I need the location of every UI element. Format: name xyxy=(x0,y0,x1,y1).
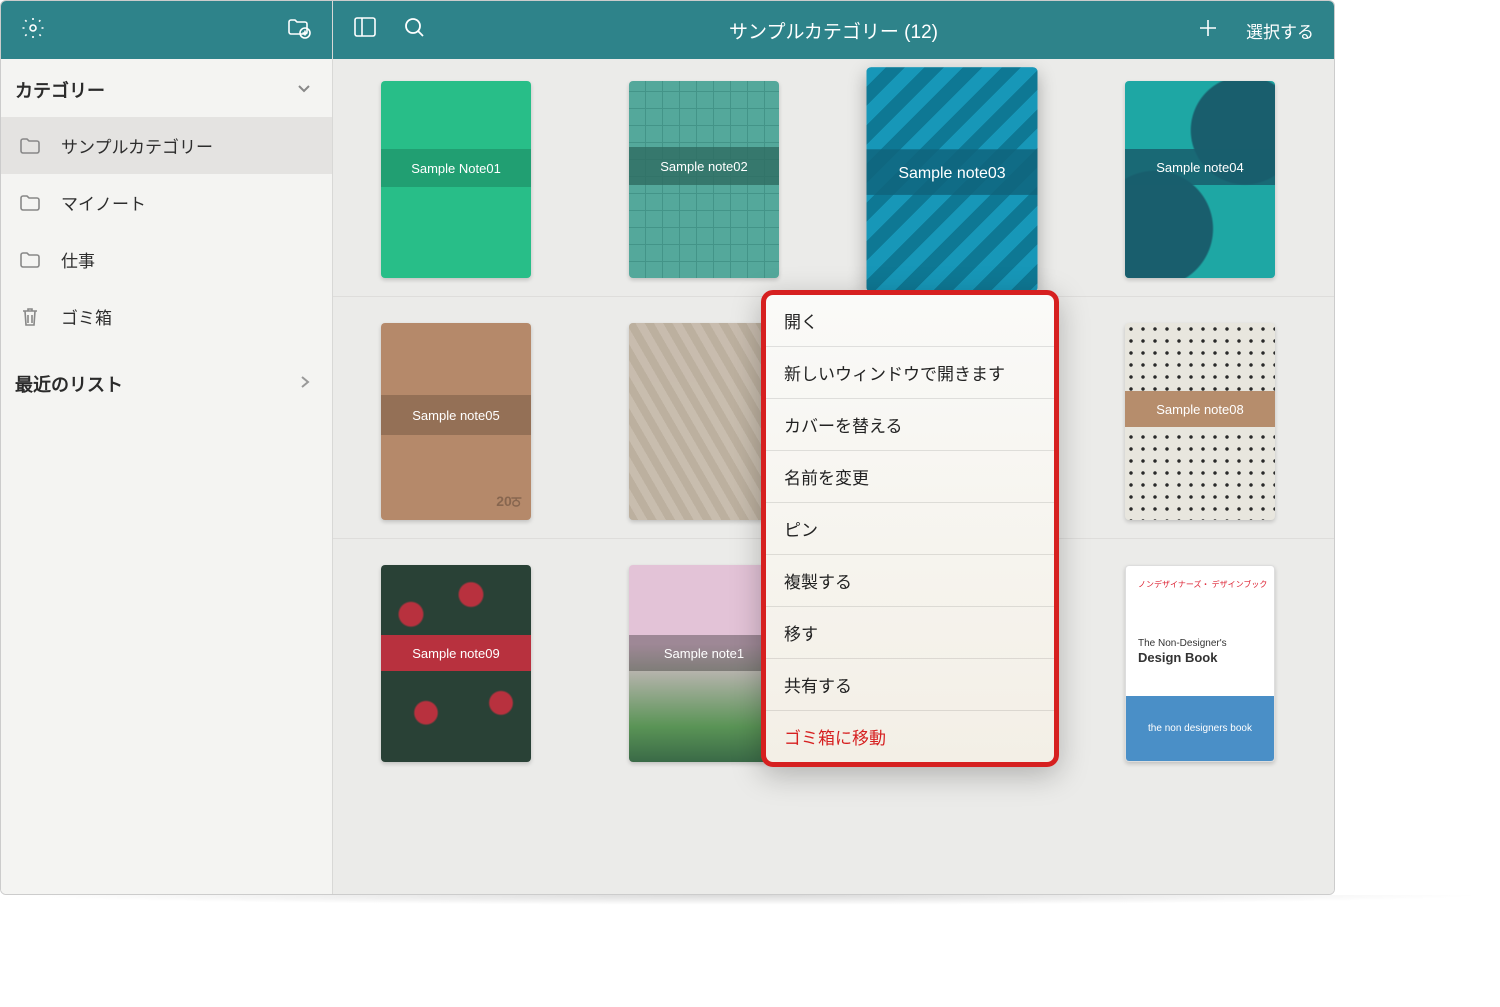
note-card[interactable]: Sample note1 xyxy=(629,565,779,762)
context-menu: 開く 新しいウィンドウで開きます カバーを替える 名前を変更 ピン 複製する 移… xyxy=(761,290,1059,767)
chevron-right-icon xyxy=(298,374,312,395)
shadow xyxy=(10,895,1490,905)
categories-title: カテゴリー xyxy=(15,77,105,103)
context-menu-change-cover[interactable]: カバーを替える xyxy=(766,399,1054,451)
recent-list-header[interactable]: 最近のリスト xyxy=(1,345,332,413)
sidebar-item-my-notes[interactable]: マイノート xyxy=(1,174,332,231)
main-toolbar: サンプルカテゴリー (12) 選択する xyxy=(333,1,1334,59)
sidebar-item-label: ゴミ箱 xyxy=(61,304,112,329)
context-menu-share[interactable]: 共有する xyxy=(766,659,1054,711)
search-icon[interactable] xyxy=(403,16,427,45)
folder-icon xyxy=(19,250,41,270)
note-subtitle: ノンデザイナーズ・ デザインブック xyxy=(1138,580,1267,590)
page-title: サンプルカテゴリー (12) xyxy=(729,17,938,44)
folder-icon xyxy=(19,136,41,156)
note-card-selected[interactable]: Sample note03 xyxy=(867,67,1038,292)
sidebar-toolbar xyxy=(1,1,332,59)
context-menu-duplicate[interactable]: 複製する xyxy=(766,555,1054,607)
sidebar-item-trash[interactable]: ゴミ箱 xyxy=(1,288,332,345)
note-title: Sample note03 xyxy=(867,149,1038,195)
note-card[interactable]: Sample note08 xyxy=(1125,323,1275,520)
note-title: Sample note02 xyxy=(629,147,779,185)
trash-icon xyxy=(19,307,41,327)
recent-list-title: 最近のリスト xyxy=(15,371,123,397)
settings-icon[interactable] xyxy=(21,16,45,45)
note-subtitle: The Non-Designer'sDesign Book xyxy=(1138,638,1227,666)
note-card[interactable]: Sample note02 xyxy=(629,81,779,278)
sidebar-item-label: マイノート xyxy=(61,190,146,215)
note-title: Sample Note01 xyxy=(381,149,531,187)
sidebar-item-label: サンプルカテゴリー xyxy=(61,133,213,158)
select-button[interactable]: 選択する xyxy=(1246,18,1314,43)
note-title: Sample note05 xyxy=(381,395,531,435)
note-card[interactable]: Sample note05 xyxy=(381,323,531,520)
sidebar: カテゴリー サンプルカテゴリー マイノート 仕事 xyxy=(1,1,333,894)
note-card[interactable]: Sample note04 xyxy=(1125,81,1275,278)
note-title: the non designers book xyxy=(1126,696,1274,761)
note-title: Sample note04 xyxy=(1125,149,1275,185)
context-menu-pin[interactable]: ピン xyxy=(766,503,1054,555)
app-window: カテゴリー サンプルカテゴリー マイノート 仕事 xyxy=(0,0,1335,895)
add-folder-icon[interactable] xyxy=(286,16,312,45)
sidebar-item-label: 仕事 xyxy=(61,247,95,272)
context-menu-open[interactable]: 開く xyxy=(766,295,1054,347)
note-card[interactable]: Sample note09 xyxy=(381,565,531,762)
grid-row: Sample Note01 Sample note02 Sample note0… xyxy=(333,59,1334,297)
categories-header[interactable]: カテゴリー xyxy=(1,59,332,117)
note-title: Sample note09 xyxy=(381,635,531,671)
note-card[interactable]: Sample Note01 xyxy=(381,81,531,278)
note-card[interactable]: ノンデザイナーズ・ デザインブック The Non-Designer'sDesi… xyxy=(1125,565,1275,762)
note-title: Sample note1 xyxy=(629,635,779,671)
context-menu-move[interactable]: 移す xyxy=(766,607,1054,659)
chevron-down-icon xyxy=(296,80,312,101)
layout-icon[interactable] xyxy=(353,16,377,45)
note-card[interactable] xyxy=(629,323,779,520)
sidebar-item-sample-category[interactable]: サンプルカテゴリー xyxy=(1,117,332,174)
context-menu-trash[interactable]: ゴミ箱に移動 xyxy=(766,711,1054,762)
context-menu-rename[interactable]: 名前を変更 xyxy=(766,451,1054,503)
note-title: Sample note08 xyxy=(1125,391,1275,427)
add-icon[interactable] xyxy=(1196,16,1220,45)
sidebar-item-work[interactable]: 仕事 xyxy=(1,231,332,288)
folder-icon xyxy=(19,193,41,213)
context-menu-open-new-window[interactable]: 新しいウィンドウで開きます xyxy=(766,347,1054,399)
